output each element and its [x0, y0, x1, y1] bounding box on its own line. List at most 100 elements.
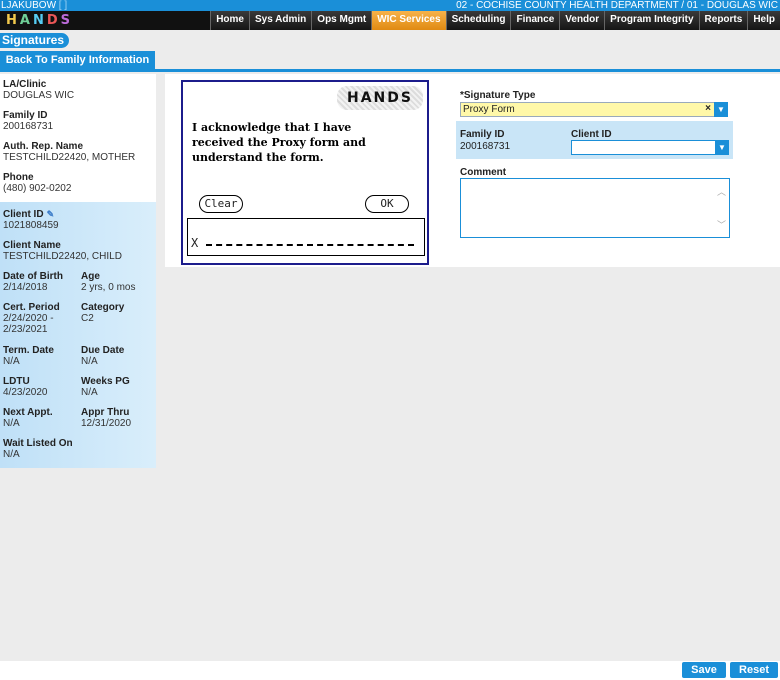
client-id-value: 1021808459 — [3, 220, 59, 231]
hands-logo-stamp: HANDS — [337, 86, 423, 110]
scroll-down-icon[interactable]: ﹀ — [717, 218, 726, 231]
nav-tab-vendor[interactable]: Vendor — [559, 11, 605, 30]
signature-line — [206, 244, 414, 246]
appr-thru-label: Appr Thru — [81, 407, 130, 418]
back-to-family-button[interactable]: Back To Family Information — [0, 51, 155, 69]
term-date-label: Term. Date — [3, 345, 54, 356]
client-name-value: TESTCHILD22420, CHILD — [3, 251, 122, 262]
la-clinic-label: LA/Clinic — [3, 79, 47, 90]
nav-tab-sys-admin[interactable]: Sys Admin — [248, 11, 312, 30]
comment-textarea[interactable]: ︿ ﹀ — [460, 178, 730, 238]
signature-type-label: *Signature Type — [460, 90, 536, 101]
signature-area[interactable]: X — [187, 218, 425, 256]
nav-bar: HANDS Home Sys Admin Ops Mgmt WIC Servic… — [0, 11, 780, 30]
client-name-label: Client Name — [3, 240, 61, 251]
user-info: LJAKUBOW [ ] — [1, 0, 67, 11]
ldtu-field: LDTU 4/23/2020 — [3, 376, 48, 398]
client-name-field: Client Name TESTCHILD22420, CHILD — [3, 240, 122, 262]
ok-button[interactable]: OK — [365, 195, 409, 213]
cert-period-label: Cert. Period — [3, 302, 60, 313]
acknowledgement-text: I acknowledge that I have received the P… — [192, 121, 366, 164]
save-button[interactable]: Save — [682, 662, 726, 678]
chevron-down-icon[interactable]: ▼ — [715, 140, 729, 155]
next-appt-value: N/A — [3, 418, 20, 429]
client-id-field: Client ID ✎ 1021808459 — [3, 209, 59, 231]
auth-rep-field: Auth. Rep. Name TESTCHILD22420, MOTHER — [3, 141, 135, 163]
page-title: Signatures — [0, 33, 70, 48]
family-id-value: 200168731 — [3, 121, 54, 132]
signature-pad[interactable]: HANDS I acknowledge that I have received… — [181, 80, 429, 265]
hands-logo: HANDS — [6, 11, 73, 30]
clear-selection-icon[interactable]: × — [705, 103, 711, 114]
wait-listed-value: N/A — [3, 449, 20, 460]
logo-letter: D — [46, 13, 61, 28]
next-appt-label: Next Appt. — [3, 407, 53, 418]
weeks-pg-field: Weeks PG N/A — [81, 376, 130, 398]
term-date-value: N/A — [3, 356, 20, 367]
appr-thru-field: Appr Thru 12/31/2020 — [81, 407, 131, 429]
logo-letter: N — [32, 13, 47, 28]
phone-field: Phone (480) 902-0202 — [3, 172, 71, 194]
ldtu-value: 4/23/2020 — [3, 387, 48, 398]
auth-rep-value: TESTCHILD22420, MOTHER — [3, 152, 136, 163]
la-clinic-value: DOUGLAS WIC — [3, 90, 75, 101]
nav-tab-finance[interactable]: Finance — [510, 11, 560, 30]
dob-field: Date of Birth 2/14/2018 — [3, 271, 63, 293]
username: LJAKUBOW — [1, 0, 57, 11]
clear-button[interactable]: Clear — [199, 195, 243, 213]
phone-value: (480) 902-0202 — [3, 183, 72, 194]
auth-rep-label: Auth. Rep. Name — [3, 141, 84, 152]
user-link[interactable]: [ ] — [59, 0, 67, 11]
due-date-label: Due Date — [81, 345, 125, 356]
main-nav: Home Sys Admin Ops Mgmt WIC Services Sch… — [210, 11, 780, 30]
chevron-down-icon[interactable]: ▼ — [714, 102, 728, 117]
nav-tab-wic-services[interactable]: WIC Services — [371, 11, 446, 30]
reset-button[interactable]: Reset — [730, 662, 778, 678]
age-label: Age — [81, 271, 100, 282]
action-bar — [0, 661, 780, 680]
next-appt-field: Next Appt. N/A — [3, 407, 53, 429]
logo-letter: S — [60, 13, 74, 28]
client-id-select[interactable]: ▼ — [571, 140, 729, 155]
pencil-edit-icon[interactable]: ✎ — [47, 210, 56, 219]
client-id-label: Client ID — [3, 209, 44, 220]
signature-type-select[interactable]: Proxy Form × ▼ — [460, 102, 728, 117]
nav-tab-program-integrity[interactable]: Program Integrity — [604, 11, 699, 30]
age-field: Age 2 yrs, 0 mos — [81, 271, 135, 293]
age-value: 2 yrs, 0 mos — [81, 282, 136, 293]
cert-period-start: 2/24/2020 - — [3, 313, 54, 324]
nav-tab-ops-mgmt[interactable]: Ops Mgmt — [311, 11, 372, 30]
nav-tab-home[interactable]: Home — [210, 11, 249, 30]
form-family-id-label: Family ID — [460, 129, 505, 140]
cert-period-field: Cert. Period 2/24/2020 - 2/23/2021 — [3, 302, 60, 335]
scroll-up-icon[interactable]: ︿ — [717, 185, 726, 198]
due-date-value: N/A — [81, 356, 98, 367]
cert-period-end: 2/23/2021 — [3, 324, 48, 335]
weeks-pg-value: N/A — [81, 387, 98, 398]
signature-x-mark: X — [191, 236, 199, 250]
nav-tab-scheduling[interactable]: Scheduling — [445, 11, 511, 30]
category-value: C2 — [81, 313, 94, 324]
agency-name: 02 - COCHISE COUNTY HEALTH DEPARTMENT / … — [456, 0, 778, 11]
logo-letter: A — [19, 13, 33, 28]
dob-value: 2/14/2018 — [3, 282, 48, 293]
phone-label: Phone — [3, 172, 34, 183]
dob-label: Date of Birth — [3, 271, 63, 282]
nav-tab-help[interactable]: Help — [747, 11, 780, 30]
family-id-label: Family ID — [3, 110, 48, 121]
weeks-pg-label: Weeks PG — [81, 376, 130, 387]
family-id-field: Family ID 200168731 — [3, 110, 53, 132]
comment-label: Comment — [460, 167, 507, 178]
appr-thru-value: 12/31/2020 — [81, 418, 132, 429]
signature-type-value: Proxy Form — [463, 104, 515, 115]
ldtu-label: LDTU — [3, 376, 30, 387]
category-field: Category C2 — [81, 302, 124, 324]
wait-listed-label: Wait Listed On — [3, 438, 73, 449]
divider — [0, 69, 780, 72]
form-client-id-label: Client ID — [571, 129, 612, 140]
wait-listed-field: Wait Listed On N/A — [3, 438, 73, 460]
nav-tab-reports[interactable]: Reports — [698, 11, 748, 30]
due-date-field: Due Date N/A — [81, 345, 124, 367]
la-clinic-field: LA/Clinic DOUGLAS WIC — [3, 79, 74, 101]
term-date-field: Term. Date N/A — [3, 345, 54, 367]
